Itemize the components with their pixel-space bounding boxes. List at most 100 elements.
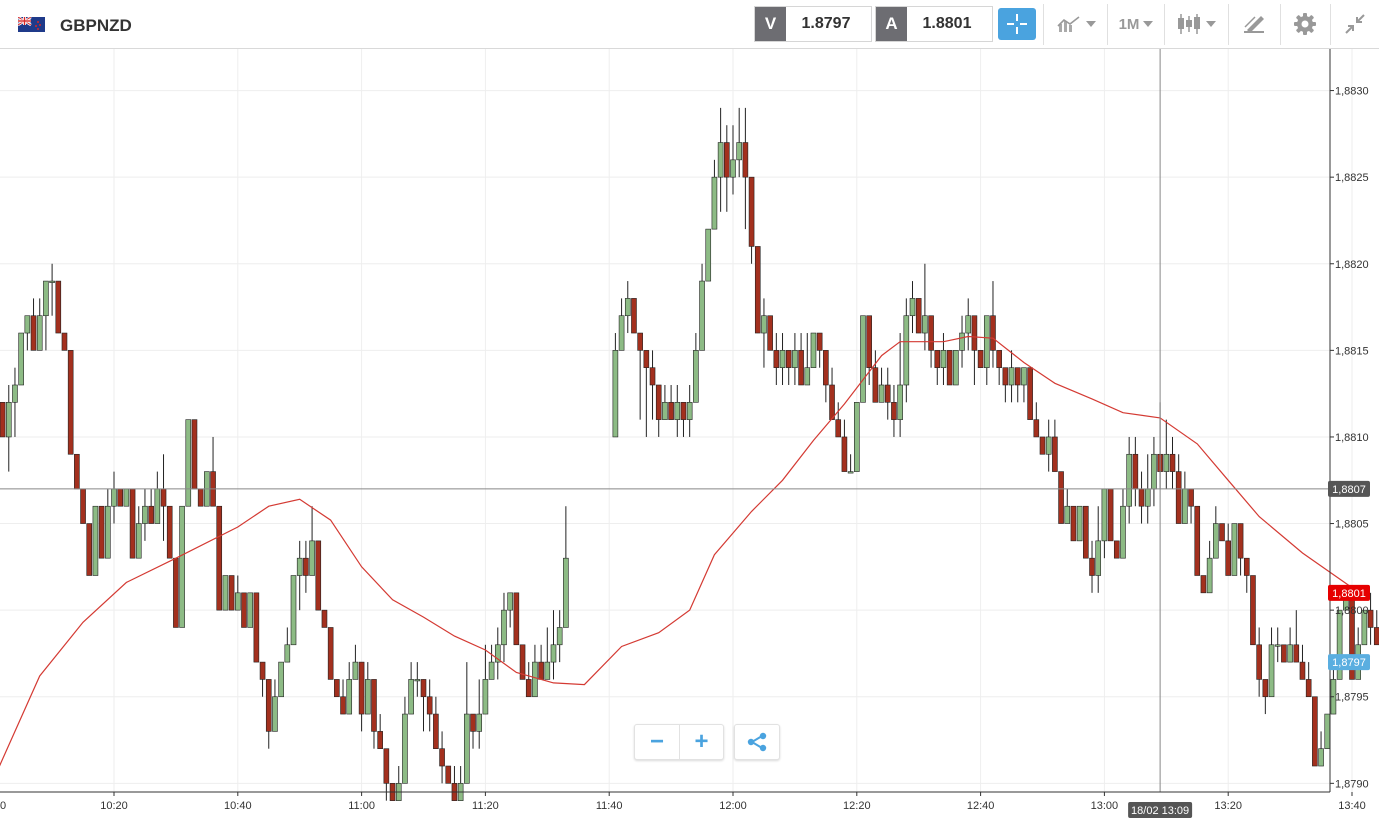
zoom-in-button[interactable]: + bbox=[679, 725, 723, 759]
candle-body bbox=[55, 280, 62, 334]
bullish-candle bbox=[507, 592, 513, 628]
bearish-candle bbox=[1002, 367, 1009, 403]
collapse-button[interactable] bbox=[1338, 6, 1372, 42]
bullish-candle bbox=[761, 298, 767, 368]
candle-body bbox=[934, 350, 941, 368]
candle-body bbox=[154, 488, 161, 524]
candle-body bbox=[891, 402, 897, 420]
bearish-candle bbox=[872, 350, 879, 403]
bearish-candle bbox=[1281, 644, 1287, 663]
bearish-candle bbox=[798, 333, 804, 386]
crosshair-time-tag-text: 18/02 13:09 bbox=[1131, 805, 1189, 817]
bearish-candle bbox=[55, 280, 62, 334]
bearish-candle bbox=[129, 488, 136, 559]
candle-body bbox=[705, 228, 712, 282]
candle-body bbox=[748, 176, 755, 247]
x-tick-label: 11:40 bbox=[596, 800, 623, 812]
candle-body bbox=[618, 315, 625, 351]
bearish-candle bbox=[934, 350, 941, 385]
bullish-candle bbox=[272, 679, 278, 732]
candle-body bbox=[711, 176, 718, 230]
candle-body bbox=[482, 679, 489, 715]
candle-body bbox=[1274, 644, 1281, 647]
x-tick-label: 13:40 bbox=[1338, 800, 1366, 812]
timeframe-button[interactable]: 1M bbox=[1113, 6, 1159, 42]
indicators-icon bbox=[1057, 16, 1080, 32]
bullish-candle bbox=[1274, 627, 1281, 663]
bearish-candle bbox=[67, 350, 74, 455]
bullish-candle bbox=[1355, 627, 1361, 680]
bearish-candle bbox=[303, 540, 309, 593]
x-tick-label-partial: 0 bbox=[0, 800, 6, 812]
candle-body bbox=[761, 315, 767, 334]
bearish-candle bbox=[340, 679, 346, 715]
candle-body bbox=[197, 488, 204, 507]
zoom-out-button[interactable]: − bbox=[635, 725, 679, 759]
chart-type-button[interactable] bbox=[1170, 6, 1222, 42]
candle-body bbox=[1113, 540, 1120, 559]
candle-body bbox=[18, 332, 24, 386]
candle-body bbox=[612, 350, 619, 438]
candle-body bbox=[1021, 367, 1027, 386]
candle-body bbox=[971, 315, 978, 351]
bullish-candle bbox=[693, 333, 699, 403]
candle-body bbox=[24, 315, 31, 334]
candle-body bbox=[1293, 644, 1300, 663]
price-chart[interactable]: 1,8790 1,8795 1,8800 1,8805 1,8810 1,8815 1,88… bbox=[0, 49, 1379, 826]
candle-body bbox=[1268, 644, 1275, 698]
bearish-candle bbox=[1089, 540, 1095, 593]
bearish-candle bbox=[525, 662, 532, 698]
candle-body bbox=[191, 419, 198, 490]
buy-price-button[interactable]: A 1.8801 bbox=[875, 6, 993, 42]
candle-body bbox=[1262, 679, 1269, 698]
bullish-candle bbox=[550, 610, 557, 680]
crosshair-icon bbox=[1007, 14, 1027, 34]
bearish-candle bbox=[1083, 505, 1089, 559]
candle-body bbox=[953, 350, 959, 386]
candle-body bbox=[259, 661, 266, 680]
candle-body bbox=[222, 575, 229, 611]
bullish-candle bbox=[24, 315, 31, 351]
crosshair-time-tag: 18/02 13:09 bbox=[1128, 802, 1193, 818]
candle-body bbox=[792, 350, 798, 368]
bullish-candle bbox=[618, 298, 625, 351]
candle-body bbox=[835, 419, 842, 438]
bullish-candle bbox=[346, 662, 353, 715]
candle-body bbox=[1039, 436, 1046, 455]
bid-price-tag-text: 1,8797 bbox=[1332, 657, 1366, 669]
bullish-candle bbox=[501, 592, 507, 663]
candle-body bbox=[903, 315, 910, 386]
bearish-candle bbox=[61, 332, 68, 351]
bullish-candle bbox=[402, 696, 408, 784]
candle-body bbox=[12, 384, 18, 403]
x-tick-label: 12:00 bbox=[719, 800, 747, 812]
bearish-candle bbox=[668, 384, 674, 420]
bearish-candle bbox=[655, 384, 662, 437]
candle-body bbox=[990, 315, 996, 351]
y-tick-label: 1,8830 bbox=[1335, 86, 1369, 98]
bearish-candle bbox=[884, 367, 891, 420]
candle-body bbox=[290, 575, 297, 646]
drawing-tools-button[interactable] bbox=[1236, 6, 1272, 42]
bullish-candle bbox=[1045, 419, 1052, 472]
sell-price-button[interactable]: V 1.8797 bbox=[754, 6, 872, 42]
candle-body bbox=[247, 592, 253, 628]
bearish-candle bbox=[829, 367, 835, 420]
indicators-button[interactable] bbox=[1050, 6, 1102, 42]
collapse-icon bbox=[1345, 14, 1365, 34]
crosshair-button[interactable] bbox=[998, 8, 1036, 40]
candle-body bbox=[909, 298, 916, 317]
bullish-candle bbox=[414, 662, 421, 697]
candle-body bbox=[724, 142, 730, 178]
settings-button[interactable] bbox=[1288, 6, 1322, 42]
candle-body bbox=[1089, 557, 1095, 576]
bearish-candle bbox=[371, 679, 377, 749]
bullish-candle bbox=[612, 333, 619, 438]
candle-body bbox=[823, 350, 829, 386]
share-button[interactable] bbox=[734, 724, 780, 760]
candle-body bbox=[624, 298, 631, 317]
bearish-candle bbox=[990, 281, 996, 368]
candle-body bbox=[86, 523, 93, 576]
candle-body bbox=[61, 332, 68, 351]
candle-body bbox=[1052, 436, 1058, 472]
